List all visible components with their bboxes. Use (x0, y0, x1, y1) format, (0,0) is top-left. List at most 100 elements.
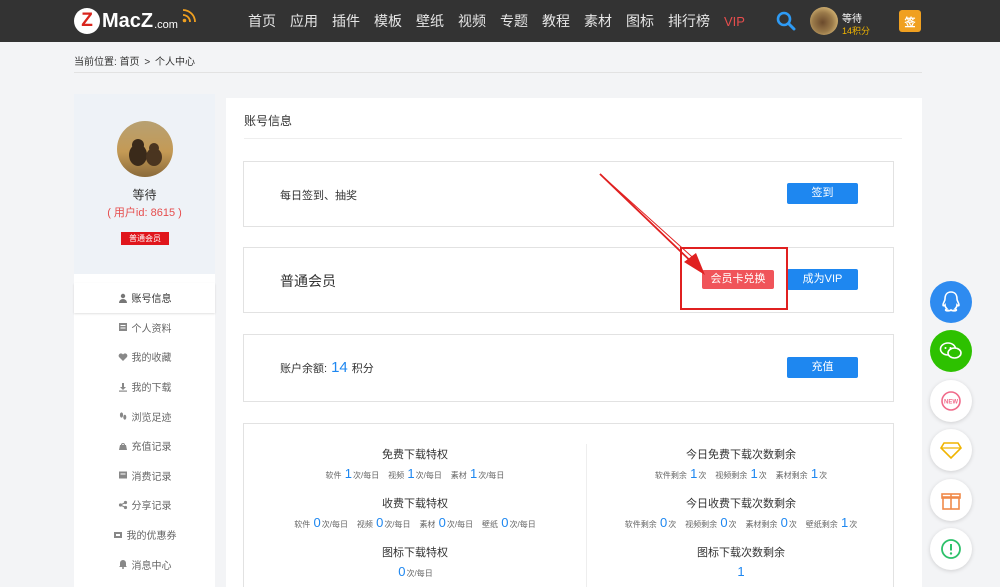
profile-uid: ( 用户id: 8615 ) (107, 207, 182, 219)
nav-icons[interactable]: 图标 (626, 11, 654, 31)
recharge-button[interactable]: 充值 (787, 357, 858, 378)
nav-materials[interactable]: 素材 (584, 11, 612, 31)
membership-card: 普通会员 会员卡兑换 成为VIP (243, 247, 894, 313)
nav-templates[interactable]: 模板 (374, 11, 402, 31)
privileges-card: 免费下载特权 软件 1次/每日 视频 1次/每日 素材 1次/每日 收费下载特权… (243, 423, 894, 587)
stat-suffix: 次 (758, 471, 767, 480)
stat-value: 1 (344, 466, 353, 481)
icon-privileges-title: 图标下载特权 (382, 547, 448, 559)
logo-text: MacZ (102, 9, 154, 32)
sidebar-item-favorites[interactable]: 我的收藏 (74, 342, 215, 372)
breadcrumb-home[interactable]: 首页 (120, 57, 140, 68)
header-points: 14积分 (842, 26, 871, 36)
stat-suffix: 次 (668, 520, 677, 529)
sidebar-item-profile[interactable]: 个人资料 (74, 313, 215, 343)
stat-value: 0 (398, 564, 406, 579)
stat-prefix: 软件剩余 (654, 471, 687, 480)
wechat-button[interactable] (930, 330, 972, 372)
heart-icon (118, 353, 127, 361)
stat-value: 1 (469, 466, 478, 481)
stat-value: 0 (659, 515, 668, 530)
sidebar-item-downloads[interactable]: 我的下载 (74, 372, 215, 402)
sidebar-item-coupons[interactable]: 我的优惠券 (74, 520, 215, 550)
checkin-card: 每日签到、抽奖 签到 (243, 161, 894, 227)
stat-value: 1 (737, 564, 745, 579)
nav-apps[interactable]: 应用 (290, 11, 318, 31)
stat-prefix: 视频剩余 (715, 471, 748, 480)
gift-button[interactable] (930, 479, 972, 521)
feedback-button[interactable] (930, 528, 972, 570)
free-privileges: 免费下载特权 软件 1次/每日 视频 1次/每日 素材 1次/每日 收费下载特权… (244, 446, 586, 579)
stat-prefix: 软件 (294, 520, 311, 529)
icon-privileges-values: 0次/每日 (244, 564, 586, 579)
profile-icon (118, 323, 127, 332)
checkin-label: 每日签到、抽奖 (280, 190, 357, 202)
sidebar-item-recharge[interactable]: 充值记录 (74, 431, 215, 461)
sidebar-item-label: 消费记录 (131, 471, 172, 483)
qq-icon (942, 291, 960, 312)
balance-row: 账户余额: 14 积分 (280, 359, 374, 376)
stat-value: 1 (810, 466, 819, 481)
nav-tutorials[interactable]: 教程 (542, 11, 570, 31)
sidebar-item-label: 账号信息 (131, 294, 172, 306)
sidebar-item-label: 我的收藏 (131, 353, 172, 365)
sidebar-item-history[interactable]: 浏览足迹 (74, 401, 215, 431)
paid-privileges-values: 软件 0次/每日 视频 0次/每日 素材 0次/每日 壁纸 0次/每日 (244, 515, 586, 530)
download-icon (118, 382, 127, 392)
header-avatar[interactable] (810, 7, 838, 35)
sidebar-item-account[interactable]: 账号信息 (74, 283, 215, 313)
nav-ranking[interactable]: 排行榜 (668, 11, 710, 31)
logo-mark: Z (74, 8, 100, 34)
stat-value: 0 (720, 515, 728, 530)
become-vip-button[interactable]: 成为VIP (787, 269, 858, 290)
avatar[interactable] (117, 121, 173, 177)
stat-value: 1 (841, 515, 849, 530)
rss-icon (182, 9, 196, 23)
nav-home[interactable]: 首页 (248, 11, 276, 31)
coupon-icon (113, 531, 122, 538)
stat-prefix: 壁纸 (482, 520, 499, 529)
new-icon: NEW (941, 391, 961, 411)
profile-card: 等待 ( 用户id: 8615 ) 普通会员 (74, 94, 215, 274)
stat-suffix: 次 (698, 471, 707, 480)
nav-vip[interactable]: VIP (724, 14, 745, 29)
sidebar-item-label: 分享记录 (131, 501, 172, 513)
footprint-icon (119, 412, 126, 420)
top-nav-bar: Z MacZ .com 首页 应用 插件 模板 壁纸 视频 专题 教程 素材 图… (0, 0, 1000, 42)
stat-value: 0 (313, 515, 321, 530)
user-sidebar: 等待 ( 用户id: 8615 ) 普通会员 账号信息 个人资料 我的收藏 我的… (74, 94, 215, 587)
sidebar-item-shares[interactable]: 分享记录 (74, 490, 215, 520)
header-username[interactable]: 等待 (842, 10, 862, 25)
vip-diamond-button[interactable] (930, 429, 972, 471)
stat-suffix: 次/每日 (478, 471, 505, 480)
checkin-calendar-icon[interactable]: 签 (899, 10, 921, 32)
stat-prefix: 壁纸剩余 (805, 520, 838, 529)
member-badge: 普通会员 (121, 232, 169, 245)
profile-name: 等待 (132, 188, 157, 202)
stat-prefix: 素材 (419, 520, 436, 529)
sidebar-item-messages[interactable]: 消息中心 (74, 549, 215, 579)
stat-value: 1 (750, 466, 758, 481)
search-icon[interactable] (776, 11, 796, 31)
receipt-icon (118, 471, 127, 479)
stat-suffix: 次 (728, 520, 737, 529)
paid-privileges-title: 收费下载特权 (382, 498, 448, 510)
stat-prefix: 素材剩余 (775, 471, 808, 480)
new-button[interactable]: NEW (930, 380, 972, 422)
breadcrumb-prefix: 当前位置: (74, 57, 117, 68)
nav-plugins[interactable]: 插件 (332, 11, 360, 31)
qq-service-button[interactable] (930, 281, 972, 323)
nav-wallpapers[interactable]: 壁纸 (416, 11, 444, 31)
free-remaining-title: 今日免费下载次数剩余 (686, 449, 796, 461)
nav-topics[interactable]: 专题 (500, 11, 528, 31)
checkin-button[interactable]: 签到 (787, 183, 858, 204)
site-logo[interactable]: Z MacZ .com (74, 8, 196, 34)
balance-card: 账户余额: 14 积分 充值 (243, 334, 894, 402)
sidebar-item-spending[interactable]: 消费记录 (74, 461, 215, 491)
nav-videos[interactable]: 视频 (458, 11, 486, 31)
stat-prefix: 视频 (388, 471, 405, 480)
paid-remaining-title: 今日收费下载次数剩余 (686, 498, 796, 510)
breadcrumb: 当前位置: 首页 > 个人中心 (74, 53, 195, 68)
stat-prefix: 视频剩余 (685, 520, 718, 529)
stat-value: 1 (407, 466, 415, 481)
